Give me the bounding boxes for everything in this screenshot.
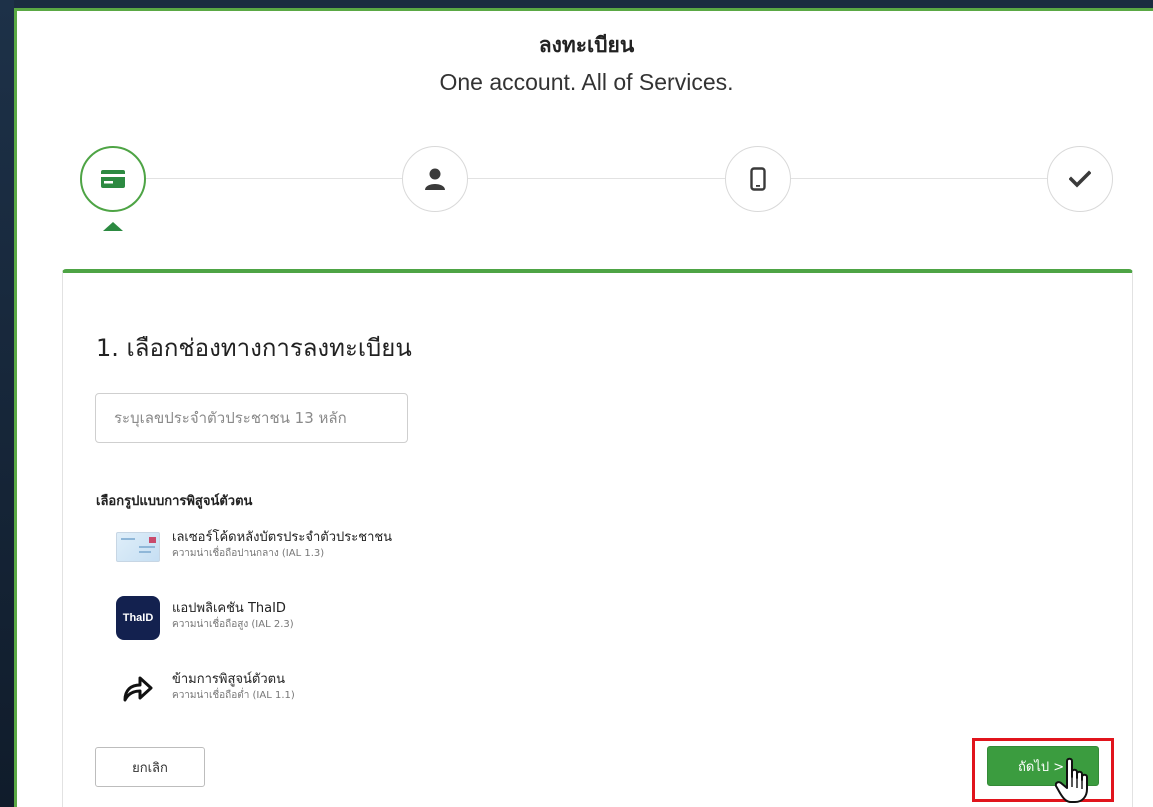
background-top <box>0 0 1153 8</box>
step-connector <box>146 178 402 179</box>
thaid-logo-text: ThaID <box>116 596 160 640</box>
check-icon <box>1069 170 1091 188</box>
cancel-button[interactable]: ยกเลิก <box>95 747 205 787</box>
background-left <box>0 0 14 807</box>
method-level: ความน่าเชื่อถือสูง (IAL 2.3) <box>172 619 294 630</box>
method-thaid-app[interactable]: ThaID แอปพลิเคชัน ThaID ความน่าเชื่อถือส… <box>115 595 515 645</box>
skip-arrow-icon <box>115 666 161 712</box>
page-title: ลงทะเบียน <box>538 33 635 57</box>
active-step-indicator <box>103 222 123 231</box>
id-card-laser-icon <box>115 524 161 570</box>
method-label: แอปพลิเคชัน ThaID <box>172 601 286 616</box>
hand-pointer-cursor-icon <box>1055 757 1088 803</box>
step-complete[interactable] <box>1047 146 1113 212</box>
citizen-id-input[interactable] <box>95 393 408 443</box>
step-id-card[interactable] <box>80 146 146 212</box>
method-label: เลเซอร์โค้ดหลังบัตรประจำตัวประชาชน <box>172 530 393 545</box>
mobile-phone-icon <box>750 167 766 191</box>
method-label: ข้ามการพิสูจน์ตัวตน <box>172 672 285 687</box>
registration-card: 1. เลือกช่องทางการลงทะเบียน เลือกรูปแบบก… <box>62 269 1133 807</box>
step-connector <box>791 178 1047 179</box>
section-title: 1. เลือกช่องทางการลงทะเบียน <box>96 334 412 362</box>
registration-panel: ลงทะเบียน One account. All of Services. <box>14 8 1153 807</box>
method-skip-verification[interactable]: ข้ามการพิสูจน์ตัวตน ความน่าเชื่อถือต่ำ (… <box>115 666 515 716</box>
step-mobile[interactable] <box>725 146 791 212</box>
user-icon <box>425 168 445 190</box>
method-heading: เลือกรูปแบบการพิสูจน์ตัวตน <box>96 494 253 509</box>
page-subtitle: One account. All of Services. <box>439 69 734 95</box>
id-card-icon <box>101 170 125 188</box>
method-level: ความน่าเชื่อถือต่ำ (IAL 1.1) <box>172 690 295 701</box>
thaid-app-icon: ThaID <box>115 595 161 641</box>
method-laser-code[interactable]: เลเซอร์โค้ดหลังบัตรประจำตัวประชาชน ความน… <box>115 524 515 574</box>
step-connector <box>468 178 725 179</box>
step-personal-info[interactable] <box>402 146 468 212</box>
method-level: ความน่าเชื่อถือปานกลาง (IAL 1.3) <box>172 548 325 559</box>
